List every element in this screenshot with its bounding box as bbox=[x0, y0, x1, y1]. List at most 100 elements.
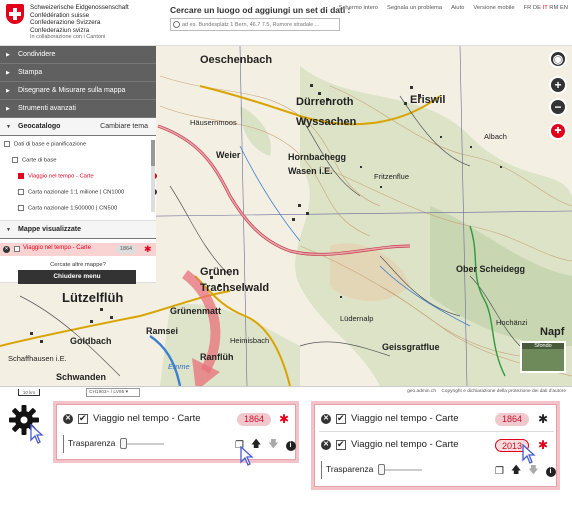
site-link[interactable]: geo.admin.ch bbox=[407, 389, 436, 394]
home-swiss-button[interactable]: ✚ bbox=[549, 122, 567, 140]
layer-row: ✕ Viaggio nel tempo - Carte 2013 ✱ bbox=[315, 435, 556, 455]
map-place-label: Ober Scheidegg bbox=[456, 264, 526, 274]
geocatalog-title: Geocatalogo bbox=[18, 123, 61, 130]
layer-row: ✕ Viaggio nel tempo - Carte 1864 ✱ bbox=[315, 409, 556, 429]
layer-settings-inset: ✕ Viaggio nel tempo - Carte 1864 ✱ Trasp… bbox=[56, 404, 296, 460]
accordion-geocatalog[interactable]: Geocatalogo Cambiare tema bbox=[0, 118, 156, 136]
cursor-icon bbox=[522, 444, 536, 464]
opacity-control: Trasparenza bbox=[321, 461, 431, 479]
report-problem-link[interactable]: Segnala un problema bbox=[387, 5, 442, 11]
map-place-label: Ramsei bbox=[146, 326, 179, 336]
geolocation-button[interactable]: ◉ bbox=[549, 50, 567, 68]
displayed-maps-title: Mappe visualizzate bbox=[18, 226, 82, 233]
remove-layer-icon[interactable]: ✕ bbox=[63, 414, 73, 424]
copyright-link[interactable]: Copyright e dichiarazione della protezio… bbox=[441, 389, 566, 394]
gear-icon[interactable]: ✱ bbox=[144, 244, 152, 254]
map-place-label: Geissgratflue bbox=[382, 342, 440, 352]
map-place-label: Eriswil bbox=[410, 94, 446, 106]
opacity-label: Trasparenza bbox=[68, 438, 116, 448]
accordion-share[interactable]: Condividere bbox=[0, 46, 156, 64]
tree-item[interactable]: Dati di base e pianificazione bbox=[4, 141, 86, 148]
basemap-label: Sfondo bbox=[522, 343, 564, 349]
projection-select[interactable]: CH1903+ / LV95 ▾ bbox=[86, 388, 140, 397]
catalog-scrollbar[interactable] bbox=[151, 140, 155, 212]
gear-icon[interactable]: ✱ bbox=[279, 412, 289, 426]
tree-item-time-travel[interactable]: Viaggio nel tempo - Cartei bbox=[18, 173, 157, 180]
map-place-label: Lützelflüh bbox=[62, 290, 124, 305]
layer-visibility-checkbox[interactable] bbox=[336, 439, 346, 450]
lang-fr[interactable]: FR bbox=[524, 5, 532, 11]
fullscreen-link[interactable]: Schermo intero bbox=[339, 5, 378, 11]
move-down-icon[interactable]: 🡇 bbox=[268, 437, 278, 454]
lang-en[interactable]: EN bbox=[560, 5, 568, 11]
top-links: Schermo intero Segnala un problema Aiuto… bbox=[339, 5, 568, 11]
more-maps-link[interactable]: Cercate altre mappe? bbox=[0, 262, 156, 268]
layer-year-badge[interactable]: 1864 bbox=[495, 413, 529, 426]
logo-sub: In collaborazione con i Cantoni bbox=[30, 34, 106, 41]
help-link[interactable]: Aiuto bbox=[451, 5, 464, 11]
opacity-slider-thumb[interactable] bbox=[120, 438, 127, 449]
map-place-label: Schaffhausen i.E. bbox=[8, 354, 67, 363]
move-up-icon[interactable]: 🡅 bbox=[511, 463, 521, 480]
accordion-advanced-tools[interactable]: Strumenti avanzati bbox=[0, 100, 156, 118]
accordion-draw-measure[interactable]: Disegnare & Misurare sulla mappa bbox=[0, 82, 156, 100]
accordion-print[interactable]: Stampa bbox=[0, 64, 156, 82]
opacity-slider-track[interactable] bbox=[122, 443, 164, 445]
layer-visibility-checkbox[interactable] bbox=[336, 413, 346, 424]
copyright-footer: geo.admin.ch Copyright e dichiarazione d… bbox=[407, 389, 566, 394]
basemap-selector[interactable]: Sfondo bbox=[520, 341, 566, 373]
remove-layer-icon[interactable]: ✕ bbox=[3, 246, 10, 253]
scale-bar: 10 km bbox=[18, 389, 40, 396]
opacity-label: Trasparenza bbox=[326, 464, 374, 474]
map-place-label: Wasen i.E. bbox=[288, 166, 333, 176]
accordion-displayed-maps[interactable]: Mappe visualizzate bbox=[0, 221, 156, 239]
search-icon bbox=[173, 21, 180, 28]
gear-icon[interactable]: ✱ bbox=[538, 438, 548, 452]
logo-line: Confédération suisse bbox=[30, 11, 90, 19]
layer-row: ✕ Viaggio nel tempo - Carte 1864 ✱ bbox=[57, 409, 295, 429]
opacity-slider-track[interactable] bbox=[380, 469, 422, 471]
map-place-label: Grünen bbox=[200, 266, 240, 278]
zoom-out-button[interactable]: − bbox=[549, 98, 567, 116]
catalog-tree: Dati di base e pianificazione Carte di b… bbox=[0, 136, 157, 221]
layer-row: ✕ Viaggio nel tempo - Carte 1864 ✱ bbox=[0, 243, 156, 256]
map-place-label: Grünenmatt bbox=[170, 306, 222, 316]
opacity-control: Trasparenza bbox=[63, 435, 164, 453]
mobile-version-link[interactable]: Versione mobile bbox=[473, 5, 514, 11]
info-icon[interactable]: i bbox=[545, 466, 556, 477]
gear-icon[interactable]: ✱ bbox=[538, 412, 548, 426]
info-icon[interactable]: i bbox=[285, 440, 296, 451]
layer-year-badge[interactable]: 1864 bbox=[237, 413, 271, 426]
checkbox-icon bbox=[18, 173, 24, 179]
move-down-icon[interactable]: 🡇 bbox=[528, 463, 538, 480]
search-field[interactable] bbox=[170, 18, 340, 31]
close-menu-button[interactable]: Chiudere menu bbox=[18, 270, 136, 284]
tree-item[interactable]: Carta nazionale 1:1 milione | CN1000i bbox=[18, 189, 157, 196]
logo-line: Schweizerische Eidgenossenschaft bbox=[30, 4, 129, 11]
map-place-label: Albach bbox=[484, 132, 507, 141]
tree-item[interactable]: Carte di base bbox=[12, 157, 56, 164]
lang-it[interactable]: IT bbox=[543, 5, 548, 11]
search-input[interactable] bbox=[182, 19, 337, 30]
map-place-label: Heimisbach bbox=[230, 336, 270, 345]
map-place-label: Hochänzi bbox=[496, 318, 528, 327]
map-place-label: Napf bbox=[540, 326, 565, 338]
layer-year-badge[interactable]: 1864 bbox=[115, 245, 137, 254]
opacity-slider-thumb[interactable] bbox=[378, 464, 385, 475]
map-place-label: Trachselwald bbox=[200, 282, 270, 294]
duplicate-layer-icon[interactable]: ❐ bbox=[495, 466, 504, 477]
map-place-label: Goldbach bbox=[70, 336, 112, 346]
remove-layer-icon[interactable]: ✕ bbox=[321, 440, 331, 450]
logo-line: Confederaziun svizra bbox=[30, 26, 90, 34]
remove-layer-icon[interactable]: ✕ bbox=[321, 414, 331, 424]
zoom-in-button[interactable]: + bbox=[549, 76, 567, 94]
layer-label: Viaggio nel tempo - Carte bbox=[351, 439, 459, 450]
layer-visibility-checkbox[interactable] bbox=[78, 413, 88, 424]
lang-de[interactable]: DE bbox=[533, 5, 541, 11]
layer-label: Viaggio nel tempo - Carte bbox=[351, 413, 459, 424]
tree-item[interactable]: Carta nazionale 1:500000 | CN500 bbox=[18, 205, 117, 212]
change-theme-link[interactable]: Cambiare tema bbox=[100, 118, 148, 136]
confederation-logo[interactable]: Schweizerische Eidgenossenschaft Confédé… bbox=[6, 4, 156, 44]
layer-visibility-checkbox[interactable] bbox=[14, 246, 20, 252]
lang-rm[interactable]: RM bbox=[549, 5, 558, 11]
